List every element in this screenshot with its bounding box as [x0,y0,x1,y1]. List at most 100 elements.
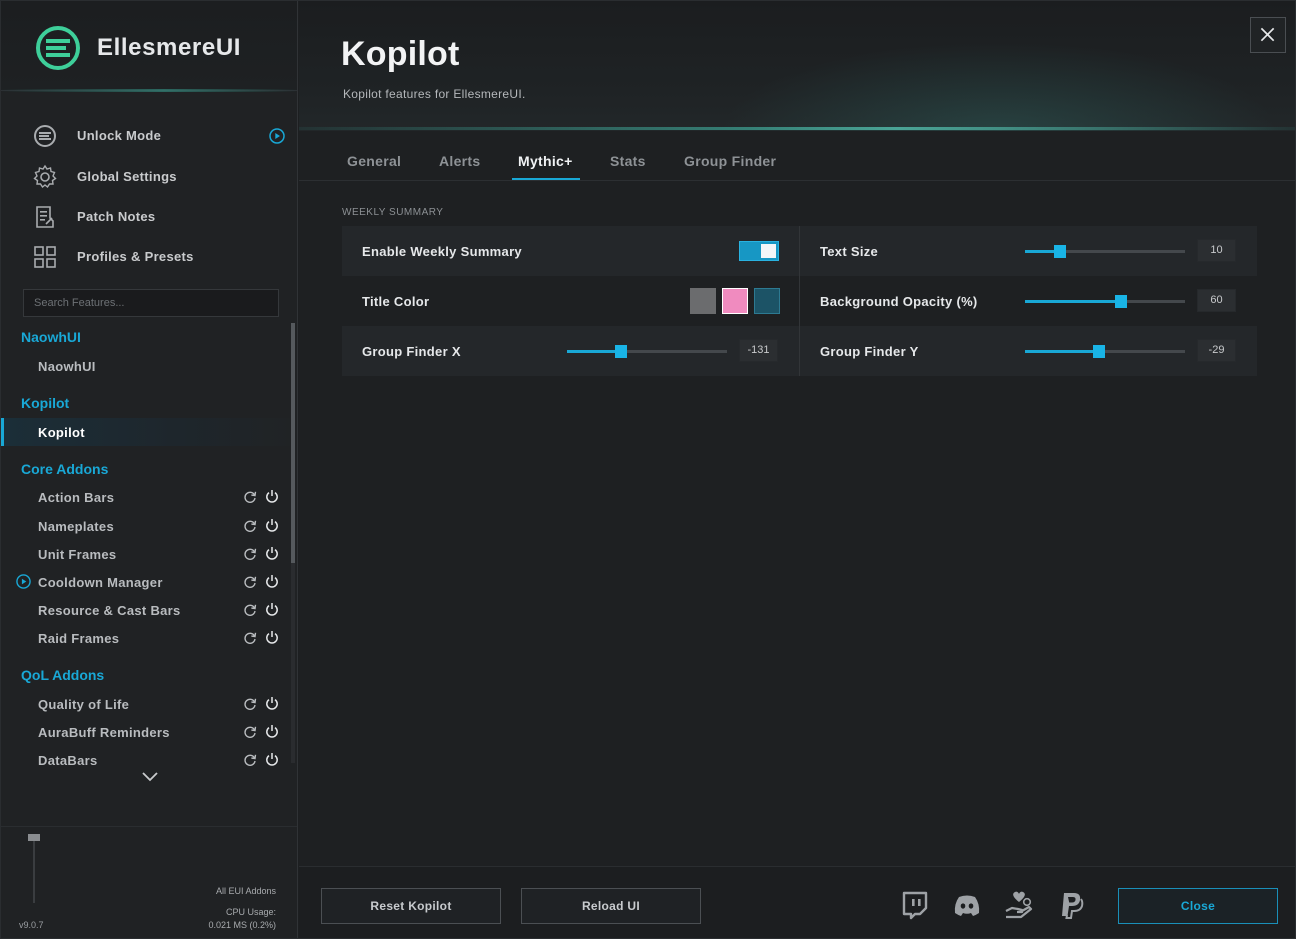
power-icon[interactable] [265,630,279,644]
nav-item-nameplates[interactable]: Nameplates [1,512,290,540]
slider-thumb[interactable] [615,345,627,358]
nav-item-cooldown-manager[interactable]: Cooldown Manager [1,568,290,596]
cpu-usage-value: 0.021 MS (0.2%) [208,920,276,930]
tab-mythic-plus[interactable]: Mythic+ [518,153,573,169]
nav-item-label: Quality of Life [38,697,130,712]
power-icon[interactable] [265,574,279,588]
twitch-icon[interactable] [899,889,931,921]
power-icon[interactable] [265,724,279,738]
header-glow [1,89,297,92]
reload-icon[interactable] [243,547,257,561]
background-opacity-slider[interactable] [1025,290,1185,312]
color-swatch-gray[interactable] [690,288,716,314]
text-size-slider[interactable] [1025,240,1185,262]
header-haze [719,41,1279,131]
nav-item-raid-frames[interactable]: Raid Frames [1,624,290,652]
group-finder-x-slider[interactable] [567,340,727,362]
setting-group-finder-y: Group Finder Y -29 [800,326,1257,376]
nav-item-action-bars[interactable]: Action Bars [1,483,290,511]
nav-item-unit-frames[interactable]: Unit Frames [1,540,290,568]
power-icon[interactable] [265,602,279,616]
setting-label: Group Finder Y [820,344,919,359]
nav-item-label: Nameplates [38,519,114,534]
group-finder-y-slider[interactable] [1025,340,1185,362]
nav-item-aurabuff-reminders[interactable]: AuraBuff Reminders [1,718,290,746]
app-name: EllesmereUI [97,34,242,61]
slider-fill [1025,350,1099,353]
enable-weekly-summary-toggle[interactable] [739,241,779,261]
reload-icon[interactable] [243,631,257,645]
nav-unlock-mode[interactable]: Unlock Mode [1,116,297,152]
nav-item-quality-of-life[interactable]: Quality of Life [1,690,290,718]
header-streak [299,127,1295,130]
section-title-naowhui[interactable]: NaowhUI [21,329,81,345]
reload-icon[interactable] [243,519,257,533]
gear-icon [33,164,57,189]
reset-kopilot-button[interactable]: Reset Kopilot [321,888,501,924]
slider-thumb[interactable] [1054,245,1066,258]
nav-item-label: Cooldown Manager [38,575,163,590]
power-icon[interactable] [265,489,279,503]
section-title-kopilot[interactable]: Kopilot [21,395,69,411]
nav-item-databars[interactable]: DataBars [1,746,290,767]
tab-bar: General Alerts Mythic+ Stats Group Finde… [299,139,1295,181]
page-title: Kopilot [341,35,460,73]
section-label: WEEKLY SUMMARY [342,207,444,218]
paypal-icon[interactable] [1055,889,1087,921]
setting-label: Background Opacity (%) [820,294,978,309]
power-icon[interactable] [265,546,279,560]
ui-scale-slider-track[interactable] [33,839,35,903]
tab-alerts[interactable]: Alerts [439,153,480,169]
slider-thumb[interactable] [1115,295,1127,308]
close-window-button[interactable] [1250,17,1286,53]
reload-icon[interactable] [243,490,257,504]
section-title-qol-addons[interactable]: QoL Addons [21,667,104,683]
search-features-input[interactable] [23,289,279,317]
nav-profiles-presets[interactable]: Profiles & Presets [1,237,297,273]
color-swatch-pink[interactable] [722,288,748,314]
section-title-core-addons[interactable]: Core Addons [21,461,108,477]
color-swatch-teal[interactable] [754,288,780,314]
close-icon [1260,27,1275,42]
nav-patch-notes[interactable]: Patch Notes [1,197,297,233]
setting-label: Title Color [362,294,430,309]
group-finder-x-value[interactable]: -131 [739,339,778,362]
setting-text-size: Text Size 10 [800,226,1257,276]
nav-item-label: Unit Frames [38,547,117,562]
power-icon[interactable] [265,752,279,766]
slider-thumb[interactable] [1093,345,1105,358]
play-circle-icon[interactable] [16,574,31,589]
setting-background-opacity: Background Opacity (%) 60 [800,276,1257,326]
donate-hand-icon[interactable] [1003,889,1035,921]
page-subtitle: Kopilot features for EllesmereUI. [343,87,526,101]
nav-item-kopilot[interactable]: Kopilot [1,418,290,446]
ui-scale-slider-thumb[interactable] [28,834,40,841]
tab-group-finder[interactable]: Group Finder [684,153,776,169]
reload-icon[interactable] [243,603,257,617]
nav-item-label: Resource & Cast Bars [38,603,181,618]
active-tab-indicator [512,178,580,180]
chevron-down-icon[interactable] [141,771,159,783]
reload-icon[interactable] [243,575,257,589]
reload-icon[interactable] [243,725,257,739]
close-button[interactable]: Close [1118,888,1278,924]
reload-icon[interactable] [243,753,257,767]
discord-icon[interactable] [951,889,983,921]
power-icon[interactable] [265,696,279,710]
nav-global-settings[interactable]: Global Settings [1,157,297,193]
text-size-value[interactable]: 10 [1197,239,1236,262]
power-icon[interactable] [265,518,279,532]
reload-icon[interactable] [243,697,257,711]
tab-general[interactable]: General [347,153,401,169]
reload-ui-button[interactable]: Reload UI [521,888,701,924]
nav-item-label: Kopilot [38,425,85,440]
nav-item-resource-cast-bars[interactable]: Resource & Cast Bars [1,596,290,624]
background-opacity-value[interactable]: 60 [1197,289,1236,312]
version-label: v9.0.7 [19,920,44,930]
tab-stats[interactable]: Stats [610,153,646,169]
play-circle-icon[interactable] [269,128,285,144]
group-finder-y-value[interactable]: -29 [1197,339,1236,362]
nav-item-naowhui[interactable]: NaowhUI [1,352,290,380]
addon-nav-list: NaowhUI NaowhUI Kopilot Kopilot Core Add… [1,323,297,767]
nav-item-label: Action Bars [38,490,115,505]
